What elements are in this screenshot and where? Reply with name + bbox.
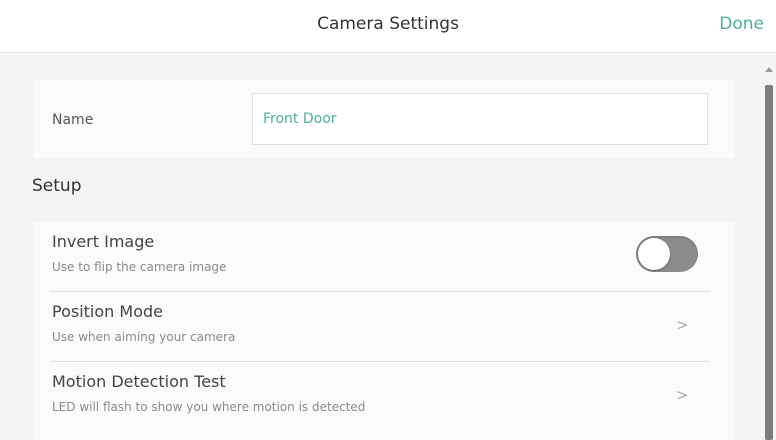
setting-row-motion-detection-test[interactable]: Motion Detection Test LED will flash to … (34, 362, 734, 432)
chevron-right-icon: > (676, 316, 689, 334)
scrollbar[interactable] (762, 53, 776, 440)
setting-row-position-mode[interactable]: Position Mode Use when aiming your camer… (34, 292, 734, 362)
setting-row-invert-image[interactable]: Invert Image Use to flip the camera imag… (34, 222, 734, 292)
setting-subtitle: Use when aiming your camera (52, 330, 236, 344)
setting-subtitle: Use to flip the camera image (52, 260, 227, 274)
setting-subtitle: LED will flash to show you where motion … (52, 400, 366, 414)
invert-image-toggle[interactable] (636, 236, 698, 272)
scrollbar-thumb[interactable] (765, 85, 773, 440)
toggle-knob (638, 238, 670, 270)
name-card: Name (34, 80, 734, 158)
setup-card: Invert Image Use to flip the camera imag… (34, 222, 734, 440)
setting-title: Invert Image (52, 232, 155, 251)
page-title: Camera Settings (317, 14, 459, 34)
scroll-up-arrow-icon[interactable] (765, 67, 773, 72)
name-label: Name (52, 112, 94, 128)
camera-settings-window: Camera Settings Done Name Setup Invert I… (0, 0, 776, 440)
name-input[interactable] (252, 93, 708, 145)
setting-title: Position Mode (52, 302, 163, 321)
done-button[interactable]: Done (719, 14, 764, 34)
setup-section-heading: Setup (32, 176, 82, 196)
setting-title: Motion Detection Test (52, 372, 226, 391)
navigation-bar: Camera Settings Done (0, 0, 776, 53)
chevron-right-icon: > (676, 386, 689, 404)
